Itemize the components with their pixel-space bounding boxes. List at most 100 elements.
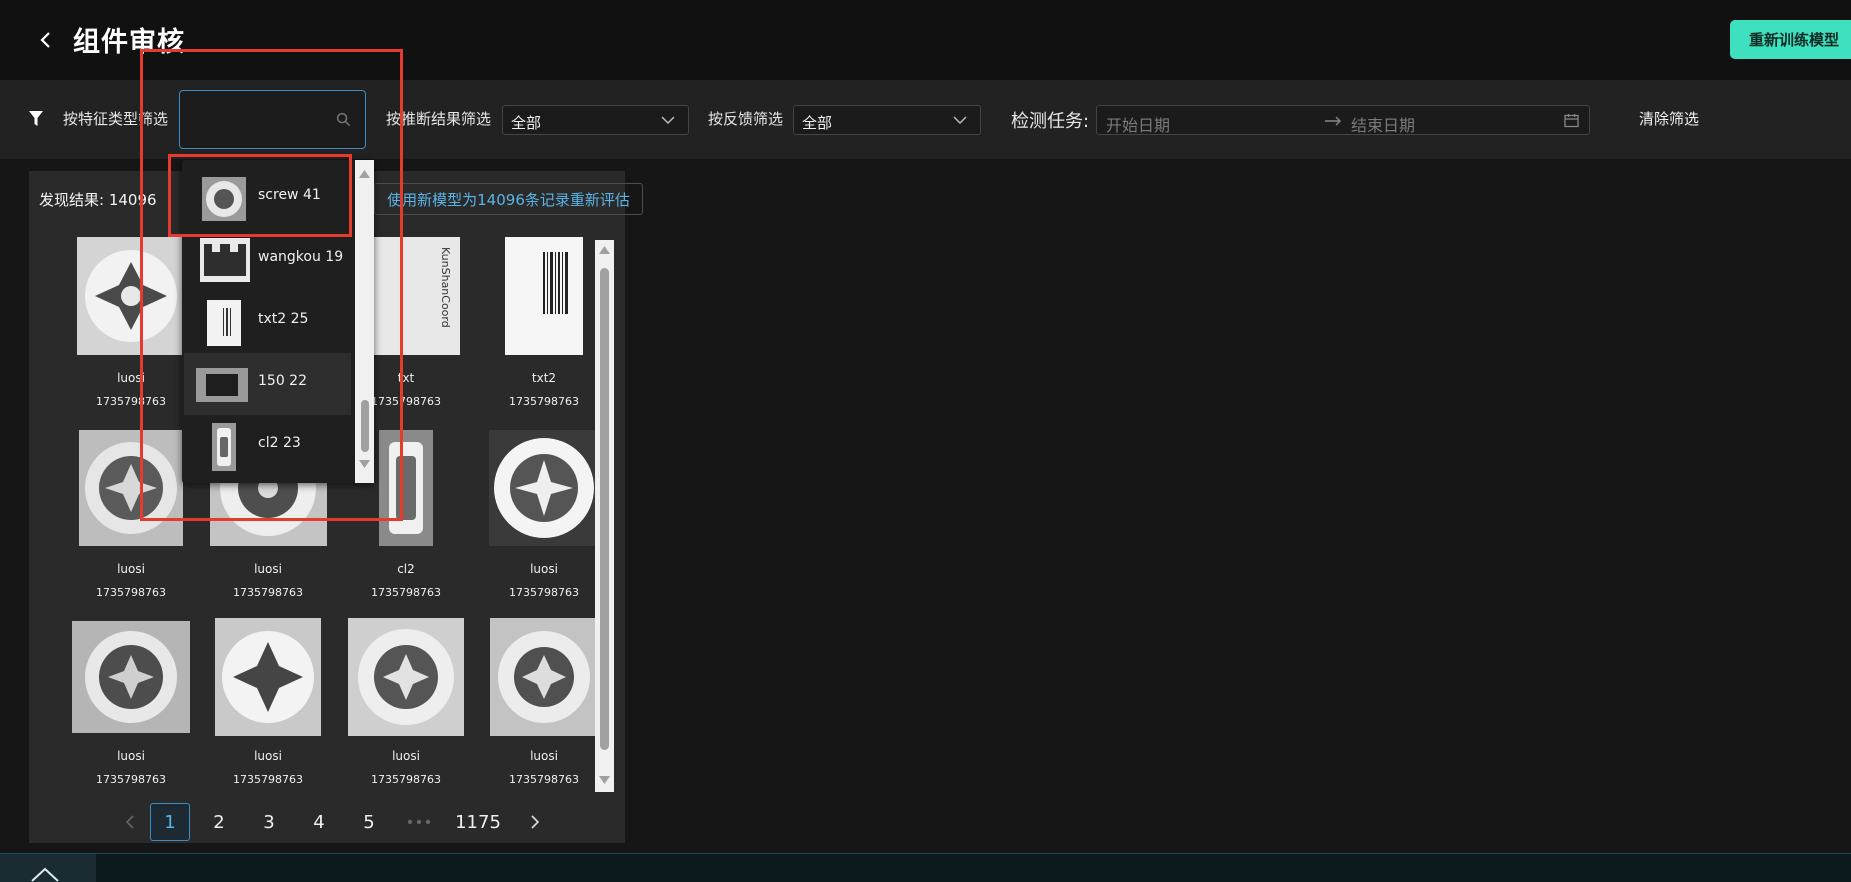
end-date-input[interactable]: 结束日期 <box>1351 112 1415 136</box>
chevron-left-icon <box>125 815 134 829</box>
item-timestamp: 1735798763 <box>509 395 579 408</box>
screw-thumbnail <box>77 237 185 355</box>
item-timestamp: 1735798763 <box>233 773 303 786</box>
item-name: cl2 <box>397 562 415 576</box>
page-button-4[interactable]: 4 <box>299 803 339 841</box>
page-button-2[interactable]: 2 <box>199 803 239 841</box>
item-timestamp: 1735798763 <box>509 586 579 599</box>
feedback-filter-label: 按反馈筛选 <box>708 110 784 128</box>
option-label: screw 41 <box>258 187 321 203</box>
scroll-up-icon[interactable] <box>599 246 610 254</box>
dropdown-option-150[interactable]: 150 22 <box>184 353 351 415</box>
item-name: luosi <box>530 749 558 763</box>
scroll-down-icon[interactable] <box>599 776 610 784</box>
item-name: luosi <box>117 562 145 576</box>
barcode-label-thumbnail <box>505 237 583 355</box>
screw-thumbnail <box>72 621 190 733</box>
detection-task-label: 检测任务: <box>1011 111 1090 132</box>
results-scrollbar-thumb[interactable] <box>600 268 609 750</box>
option-label: txt2 25 <box>258 311 309 327</box>
screw-thumbnail <box>215 618 321 736</box>
page-header: 组件审核 重新训练模型 <box>0 0 1851 80</box>
feedback-value: 全部 <box>802 114 833 132</box>
more-pages-icon <box>407 819 431 825</box>
item-timestamp: 1735798763 <box>371 586 441 599</box>
result-card[interactable]: luosi 1735798763 <box>62 430 200 599</box>
back-arrow-icon[interactable] <box>34 28 58 52</box>
chevron-right-icon <box>531 815 540 829</box>
prev-page-button[interactable] <box>110 803 150 841</box>
chevron-down-icon <box>661 116 675 125</box>
start-date-input[interactable]: 开始日期 <box>1106 112 1170 136</box>
arrow-right-icon <box>1325 116 1341 126</box>
item-timestamp: 1735798763 <box>509 773 579 786</box>
item-name: luosi <box>117 749 145 763</box>
item-timestamp: 1735798763 <box>96 395 166 408</box>
component-thumbnail <box>212 423 236 471</box>
filter-icon <box>29 111 43 126</box>
results-count: 发现结果: 14096 <box>39 191 157 209</box>
screw-thumbnail <box>348 618 464 736</box>
screw-thumbnail <box>489 430 599 546</box>
dropdown-option-wangkou[interactable]: wangkou 19 <box>184 229 351 291</box>
result-card[interactable]: luosi 1735798763 <box>475 618 613 786</box>
feature-type-dropdown: screw 41 wangkou 19 txt2 25 150 22 cl2 2… <box>182 160 374 483</box>
page-button-1[interactable]: 1 <box>150 803 190 841</box>
inference-filter-label: 按推断结果筛选 <box>386 110 492 128</box>
result-card[interactable]: luosi 1735798763 <box>62 621 200 786</box>
screw-thumbnail <box>490 618 598 736</box>
page-button-5[interactable]: 5 <box>349 803 389 841</box>
screw-thumbnail <box>202 177 246 221</box>
results-scrollbar[interactable] <box>595 240 614 792</box>
feature-type-filter-label: 按特征类型筛选 <box>63 110 169 128</box>
filter-bar: 按特征类型筛选 按推断结果筛选 全部 按反馈筛选 全部 检测任务: 开始日期 结… <box>0 80 1851 159</box>
search-icon <box>336 112 351 127</box>
item-name: luosi <box>254 562 282 576</box>
chevron-up-icon <box>31 867 59 882</box>
item-name: txt2 <box>531 371 557 385</box>
svg-text:KunShanCoord: KunShanCoord <box>439 247 452 328</box>
reevaluate-button[interactable]: 使用新模型为14096条记录重新评估 <box>374 183 643 215</box>
item-timestamp: 1735798763 <box>96 773 166 786</box>
chevron-down-icon <box>953 116 967 125</box>
item-timestamp: 1735798763 <box>233 586 303 599</box>
item-name: luosi <box>392 749 420 763</box>
option-label: wangkou 19 <box>258 249 344 265</box>
result-card[interactable]: luosi 1735798763 <box>62 237 200 408</box>
item-name: luosi <box>117 371 145 385</box>
next-page-button[interactable] <box>515 803 555 841</box>
scroll-down-icon[interactable] <box>359 460 370 468</box>
result-card[interactable]: luosi 1735798763 <box>475 430 613 599</box>
dropdown-option-screw[interactable]: screw 41 <box>184 167 351 229</box>
date-range-picker[interactable]: 开始日期 结束日期 <box>1096 105 1590 135</box>
item-timestamp: 1735798763 <box>96 586 166 599</box>
connector-thumbnail <box>200 238 250 282</box>
dropdown-option-cl2[interactable]: cl2 23 <box>184 415 351 477</box>
retrain-model-button[interactable]: 重新训练模型 <box>1730 20 1851 59</box>
page-button-3[interactable]: 3 <box>249 803 289 841</box>
clear-filters-button[interactable]: 清除筛选 <box>1639 108 1699 129</box>
item-timestamp: 1735798763 <box>371 773 441 786</box>
item-name: luosi <box>530 562 558 576</box>
inference-result-select[interactable]: 全部 <box>502 105 689 135</box>
page-button-last[interactable]: 1175 <box>452 803 504 841</box>
screw-thumbnail <box>79 430 183 546</box>
result-card[interactable]: luosi 1735798763 <box>199 618 337 786</box>
dropdown-option-txt2[interactable]: txt2 25 <box>184 291 351 353</box>
page-title: 组件审核 <box>73 27 185 58</box>
footer-home-tab[interactable] <box>0 854 96 882</box>
page-ellipsis[interactable] <box>399 803 439 841</box>
inference-result-value: 全部 <box>511 114 542 132</box>
component-thumbnail <box>379 430 433 546</box>
result-card[interactable]: txt2 1735798763 <box>475 237 613 408</box>
option-label: cl2 23 <box>258 435 301 451</box>
option-label: 150 22 <box>258 373 307 389</box>
calendar-icon <box>1564 114 1579 128</box>
scroll-up-icon[interactable] <box>359 170 370 178</box>
chip-thumbnail <box>196 368 248 402</box>
footer-bar <box>0 853 1851 882</box>
feedback-select[interactable]: 全部 <box>793 105 981 135</box>
result-card[interactable]: luosi 1735798763 <box>337 618 475 786</box>
dropdown-scrollbar[interactable] <box>355 160 374 483</box>
dropdown-scrollbar-thumb[interactable] <box>361 400 369 452</box>
